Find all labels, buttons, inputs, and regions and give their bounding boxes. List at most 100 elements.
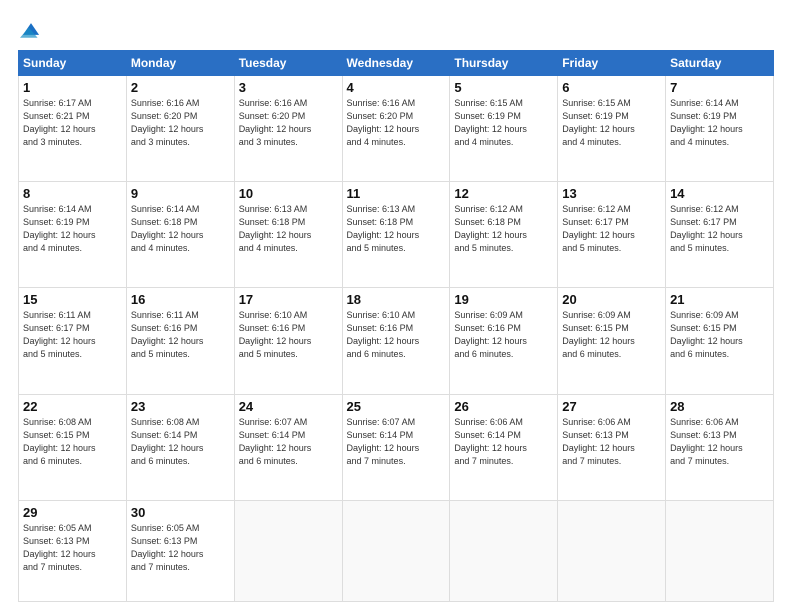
day-info: Sunrise: 6:14 AM Sunset: 6:18 PM Dayligh… [131,203,230,255]
day-info: Sunrise: 6:14 AM Sunset: 6:19 PM Dayligh… [23,203,122,255]
day-of-week-header: Monday [126,51,234,76]
day-info: Sunrise: 6:15 AM Sunset: 6:19 PM Dayligh… [454,97,553,149]
header [18,18,774,40]
calendar-cell: 13 Sunrise: 6:12 AM Sunset: 6:17 PM Dayli… [558,182,666,288]
calendar-cell: 20 Sunrise: 6:09 AM Sunset: 6:15 PM Dayli… [558,288,666,394]
day-info: Sunrise: 6:16 AM Sunset: 6:20 PM Dayligh… [131,97,230,149]
calendar-week-row: 1 Sunrise: 6:17 AM Sunset: 6:21 PM Daylig… [19,76,774,182]
day-info: Sunrise: 6:11 AM Sunset: 6:17 PM Dayligh… [23,309,122,361]
day-number: 27 [562,399,661,414]
calendar-cell: 4 Sunrise: 6:16 AM Sunset: 6:20 PM Daylig… [342,76,450,182]
calendar-cell: 2 Sunrise: 6:16 AM Sunset: 6:20 PM Daylig… [126,76,234,182]
calendar-cell: 19 Sunrise: 6:09 AM Sunset: 6:16 PM Dayli… [450,288,558,394]
day-number: 28 [670,399,769,414]
calendar-cell: 9 Sunrise: 6:14 AM Sunset: 6:18 PM Daylig… [126,182,234,288]
day-number: 23 [131,399,230,414]
calendar-week-row: 8 Sunrise: 6:14 AM Sunset: 6:19 PM Daylig… [19,182,774,288]
calendar-cell: 1 Sunrise: 6:17 AM Sunset: 6:21 PM Daylig… [19,76,127,182]
calendar-cell: 15 Sunrise: 6:11 AM Sunset: 6:17 PM Dayli… [19,288,127,394]
day-info: Sunrise: 6:17 AM Sunset: 6:21 PM Dayligh… [23,97,122,149]
day-number: 8 [23,186,122,201]
day-info: Sunrise: 6:16 AM Sunset: 6:20 PM Dayligh… [347,97,446,149]
day-number: 29 [23,505,122,520]
calendar-cell: 30Sunrise: 6:05 AM Sunset: 6:13 PM Dayli… [126,500,234,601]
day-of-week-header: Tuesday [234,51,342,76]
calendar-cell: 12 Sunrise: 6:12 AM Sunset: 6:18 PM Dayli… [450,182,558,288]
day-info: Sunrise: 6:13 AM Sunset: 6:18 PM Dayligh… [347,203,446,255]
calendar-cell: 3Sunrise: 6:16 AM Sunset: 6:20 PM Daylig… [234,76,342,182]
calendar-week-row: 22Sunrise: 6:08 AM Sunset: 6:15 PM Dayli… [19,394,774,500]
calendar-week-row: 15 Sunrise: 6:11 AM Sunset: 6:17 PM Dayli… [19,288,774,394]
calendar-cell: 23Sunrise: 6:08 AM Sunset: 6:14 PM Dayli… [126,394,234,500]
calendar-cell: 18 Sunrise: 6:10 AM Sunset: 6:16 PM Dayli… [342,288,450,394]
day-number: 20 [562,292,661,307]
day-of-week-header: Friday [558,51,666,76]
day-number: 12 [454,186,553,201]
calendar-cell: 22Sunrise: 6:08 AM Sunset: 6:15 PM Dayli… [19,394,127,500]
day-info: Sunrise: 6:05 AM Sunset: 6:13 PM Dayligh… [23,522,122,574]
calendar-cell: 6 Sunrise: 6:15 AM Sunset: 6:19 PM Daylig… [558,76,666,182]
calendar-header: SundayMondayTuesdayWednesdayThursdayFrid… [19,51,774,76]
day-info: Sunrise: 6:07 AM Sunset: 6:14 PM Dayligh… [239,416,338,468]
day-number: 24 [239,399,338,414]
calendar-cell [234,500,342,601]
calendar-cell: 25Sunrise: 6:07 AM Sunset: 6:14 PM Dayli… [342,394,450,500]
calendar-cell: 5 Sunrise: 6:15 AM Sunset: 6:19 PM Daylig… [450,76,558,182]
day-info: Sunrise: 6:15 AM Sunset: 6:19 PM Dayligh… [562,97,661,149]
day-info: Sunrise: 6:12 AM Sunset: 6:17 PM Dayligh… [562,203,661,255]
calendar-cell: 14Sunrise: 6:12 AM Sunset: 6:17 PM Dayli… [666,182,774,288]
day-number: 22 [23,399,122,414]
day-info: Sunrise: 6:06 AM Sunset: 6:13 PM Dayligh… [562,416,661,468]
day-of-week-header: Wednesday [342,51,450,76]
day-number: 18 [347,292,446,307]
calendar-cell: 27 Sunrise: 6:06 AM Sunset: 6:13 PM Dayli… [558,394,666,500]
day-info: Sunrise: 6:14 AM Sunset: 6:19 PM Dayligh… [670,97,769,149]
day-number: 13 [562,186,661,201]
calendar-cell: 28Sunrise: 6:06 AM Sunset: 6:13 PM Dayli… [666,394,774,500]
day-number: 5 [454,80,553,95]
day-number: 6 [562,80,661,95]
day-of-week-header: Sunday [19,51,127,76]
calendar-cell: 24 Sunrise: 6:07 AM Sunset: 6:14 PM Dayli… [234,394,342,500]
day-number: 14 [670,186,769,201]
calendar-cell: 8 Sunrise: 6:14 AM Sunset: 6:19 PM Daylig… [19,182,127,288]
day-info: Sunrise: 6:05 AM Sunset: 6:13 PM Dayligh… [131,522,230,574]
day-info: Sunrise: 6:12 AM Sunset: 6:18 PM Dayligh… [454,203,553,255]
logo-text [18,18,42,40]
day-number: 25 [347,399,446,414]
calendar-cell: 26 Sunrise: 6:06 AM Sunset: 6:14 PM Dayli… [450,394,558,500]
day-info: Sunrise: 6:16 AM Sunset: 6:20 PM Dayligh… [239,97,338,149]
day-of-week-header: Saturday [666,51,774,76]
day-info: Sunrise: 6:09 AM Sunset: 6:15 PM Dayligh… [670,309,769,361]
day-number: 11 [347,186,446,201]
day-info: Sunrise: 6:09 AM Sunset: 6:16 PM Dayligh… [454,309,553,361]
day-number: 26 [454,399,553,414]
calendar-cell [666,500,774,601]
calendar-week-row: 29 Sunrise: 6:05 AM Sunset: 6:13 PM Dayli… [19,500,774,601]
logo [18,18,42,40]
day-info: Sunrise: 6:06 AM Sunset: 6:14 PM Dayligh… [454,416,553,468]
calendar-cell: 29 Sunrise: 6:05 AM Sunset: 6:13 PM Dayli… [19,500,127,601]
day-number: 15 [23,292,122,307]
day-number: 2 [131,80,230,95]
calendar-cell: 10 Sunrise: 6:13 AM Sunset: 6:18 PM Dayli… [234,182,342,288]
day-number: 1 [23,80,122,95]
day-info: Sunrise: 6:10 AM Sunset: 6:16 PM Dayligh… [347,309,446,361]
day-info: Sunrise: 6:13 AM Sunset: 6:18 PM Dayligh… [239,203,338,255]
day-number: 16 [131,292,230,307]
day-number: 4 [347,80,446,95]
logo-icon [20,18,42,40]
day-number: 21 [670,292,769,307]
calendar-cell: 17Sunrise: 6:10 AM Sunset: 6:16 PM Dayli… [234,288,342,394]
page: SundayMondayTuesdayWednesdayThursdayFrid… [0,0,792,612]
day-info: Sunrise: 6:09 AM Sunset: 6:15 PM Dayligh… [562,309,661,361]
day-info: Sunrise: 6:10 AM Sunset: 6:16 PM Dayligh… [239,309,338,361]
calendar-cell: 21 Sunrise: 6:09 AM Sunset: 6:15 PM Dayli… [666,288,774,394]
calendar-cell: 11 Sunrise: 6:13 AM Sunset: 6:18 PM Dayli… [342,182,450,288]
day-number: 19 [454,292,553,307]
calendar-cell [558,500,666,601]
day-number: 10 [239,186,338,201]
calendar-cell [342,500,450,601]
day-number: 7 [670,80,769,95]
day-number: 9 [131,186,230,201]
